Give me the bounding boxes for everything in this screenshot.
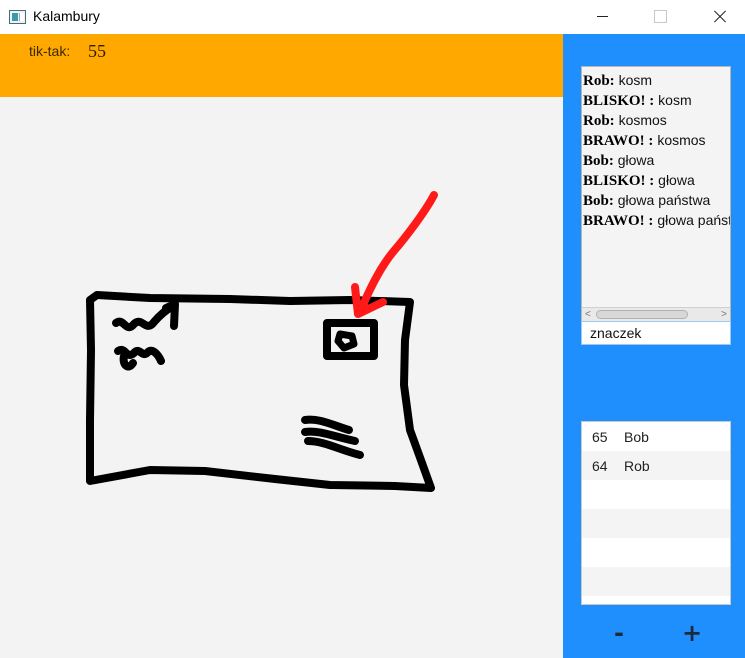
- guess-input[interactable]: [581, 321, 731, 345]
- chat-author: Bob:: [583, 153, 614, 169]
- scrollbar-thumb[interactable]: [596, 310, 688, 319]
- chat-message: kosm: [658, 92, 692, 108]
- close-button[interactable]: [696, 0, 742, 34]
- chat-line: BRAWO! : kosmos: [583, 130, 730, 150]
- chat-author: BRAWO! :: [583, 213, 654, 229]
- chat-line: BLISKO! : kosm: [583, 90, 730, 110]
- chat-message: kosmos: [618, 112, 667, 128]
- player-name: Rob: [624, 458, 650, 474]
- minimize-button[interactable]: [578, 0, 624, 34]
- timer-value: 55: [88, 41, 106, 61]
- chat-horizontal-scrollbar[interactable]: < >: [582, 307, 730, 321]
- chat-line: Rob: kosm: [583, 70, 730, 90]
- chat-author: Rob:: [583, 113, 615, 129]
- chat-message: głowa państwa: [617, 192, 711, 208]
- score-row[interactable]: [582, 567, 730, 596]
- side-panel: Rob: kosm BLISKO! : kosm Rob: kosmos BRAWO!…: [563, 34, 745, 658]
- score-row[interactable]: 64 Rob: [582, 451, 730, 480]
- chat-line: Bob: głowa: [583, 150, 730, 170]
- score-row[interactable]: [582, 538, 730, 567]
- stamp-mark: [334, 330, 358, 352]
- chat-log[interactable]: Rob: kosm BLISKO! : kosm Rob: kosmos BRAWO!…: [581, 66, 731, 322]
- score-row[interactable]: [582, 480, 730, 509]
- chat-author: BLISKO! :: [583, 173, 655, 189]
- chat-message: głowa: [617, 152, 655, 168]
- timer-bar: tik-tak: 55: [0, 34, 563, 97]
- score-points: 64: [592, 458, 608, 474]
- chat-message: głowa państwa: [657, 212, 731, 228]
- chat-line: Rob: kosmos: [583, 110, 730, 130]
- drawing-sketch: [86, 191, 438, 492]
- app-icon: [9, 10, 26, 24]
- score-row[interactable]: 65 Bob: [582, 422, 730, 451]
- player-name: Bob: [624, 429, 649, 445]
- chat-message: głowa: [658, 172, 695, 188]
- score-points: 65: [592, 429, 608, 445]
- chat-author: BLISKO! :: [583, 93, 655, 109]
- scroll-left-icon[interactable]: <: [585, 309, 591, 320]
- chat-message: kosm: [618, 72, 653, 88]
- red-arrow-shaft: [356, 191, 438, 316]
- chat-author: Rob:: [583, 73, 615, 89]
- chat-line: Bob: głowa państwa: [583, 190, 730, 210]
- scroll-right-icon[interactable]: >: [721, 309, 727, 320]
- title-bar: Kalambury: [0, 0, 745, 34]
- chat-author: Bob:: [583, 193, 614, 209]
- chat-message: kosmos: [657, 132, 706, 148]
- chat-lines: Rob: kosm BLISKO! : kosm Rob: kosmos BRAWO!…: [583, 70, 731, 230]
- plus-button[interactable]: +: [677, 618, 707, 648]
- score-row[interactable]: [582, 509, 730, 538]
- chat-author: BRAWO! :: [583, 133, 654, 149]
- drawing-canvas[interactable]: [0, 97, 563, 658]
- chat-line: BLISKO! : głowa: [583, 170, 730, 190]
- timer-label: tik-tak:: [29, 43, 71, 59]
- address-scribble-1: [112, 300, 179, 332]
- maximize-button[interactable]: [636, 0, 682, 34]
- chat-line: BRAWO! : głowa państwa: [583, 210, 731, 230]
- window-title: Kalambury: [33, 8, 100, 24]
- score-list[interactable]: 65 Bob 64 Rob: [581, 421, 731, 605]
- minus-button[interactable]: -: [604, 618, 634, 648]
- address-scribble-2: [114, 345, 165, 371]
